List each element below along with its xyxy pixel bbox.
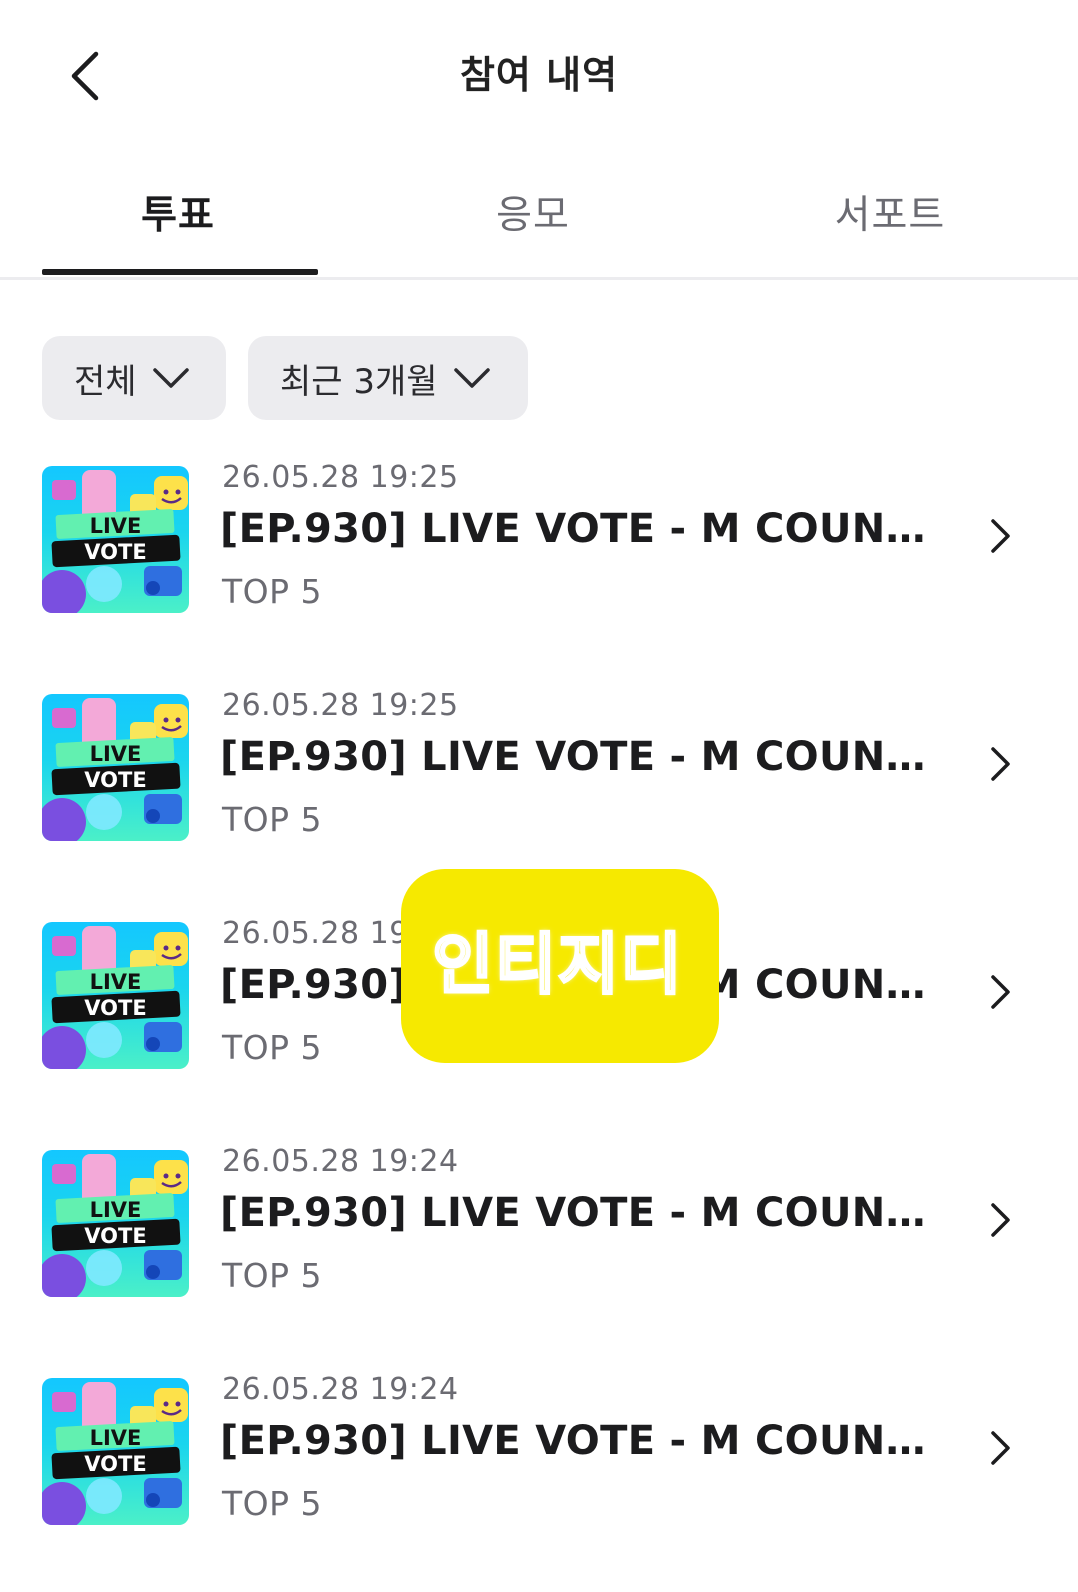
thumb-line2: VOTE xyxy=(84,540,147,564)
thumb-line1: LIVE xyxy=(89,514,142,538)
chevron-right-icon xyxy=(991,1431,1010,1465)
list-item[interactable]: LIVE VOTE 26.05.28 19:24 [EP.930] LIVE V… xyxy=(0,1144,1078,1297)
active-tab-indicator xyxy=(42,269,318,275)
chevron-down-icon xyxy=(152,368,189,388)
thumb-line1: LIVE xyxy=(89,970,142,994)
thumb-line2: VOTE xyxy=(84,996,147,1020)
thumb-line2: VOTE xyxy=(84,1452,147,1476)
thumb-line1: LIVE xyxy=(89,742,142,766)
live-vote-thumbnail: LIVE VOTE xyxy=(42,1150,189,1297)
live-vote-thumbnail: LIVE VOTE xyxy=(42,694,189,841)
thumb-line2: VOTE xyxy=(84,1224,147,1248)
chevron-down-icon xyxy=(453,368,490,388)
tab-bar: 투표 응모 서포트 xyxy=(0,170,1078,280)
item-subtitle: TOP 5 xyxy=(222,800,323,839)
item-subtitle: TOP 5 xyxy=(222,572,323,611)
list-item[interactable]: LIVE VOTE 26.05.28 19:24 [EP.930] LIVE V… xyxy=(0,1372,1078,1525)
item-title: [EP.930] LIVE VOTE - M COUNTDOWN xyxy=(220,506,940,552)
watermark: 인티지디 xyxy=(401,869,719,1063)
header: 참여 내역 xyxy=(0,0,1078,150)
page-title: 참여 내역 xyxy=(459,53,619,97)
filter-period-label: 최근 3개월 xyxy=(280,361,438,402)
tab-entry[interactable]: 응모 xyxy=(383,184,683,240)
item-date: 26.05.28 19:25 xyxy=(222,460,459,495)
item-subtitle: TOP 5 xyxy=(222,1028,323,1067)
live-vote-thumbnail: LIVE VOTE xyxy=(42,1378,189,1525)
thumb-line2: VOTE xyxy=(84,768,147,792)
chevron-right-icon xyxy=(991,1203,1010,1237)
chevron-right-icon xyxy=(991,975,1010,1009)
thumb-line1: LIVE xyxy=(89,1426,142,1450)
tab-support[interactable]: 서포트 xyxy=(740,184,1040,240)
item-date: 26.05.28 19:25 xyxy=(222,688,459,723)
filter-type-dropdown[interactable]: 전체 xyxy=(42,336,226,420)
live-vote-thumbnail: LIVE VOTE xyxy=(42,466,189,613)
item-subtitle: TOP 5 xyxy=(222,1484,323,1523)
watermark-text: 인티지디 xyxy=(431,925,684,1005)
item-title: [EP.930] LIVE VOTE - M COUNTDOWN xyxy=(220,1190,940,1236)
item-date: 26.05.28 19:24 xyxy=(222,1372,459,1407)
live-vote-thumbnail: LIVE VOTE xyxy=(42,922,189,1069)
chevron-right-icon xyxy=(991,747,1010,781)
chevron-right-icon xyxy=(991,519,1010,553)
list-item[interactable]: LIVE VOTE 26.05.28 19:25 [EP.930] LIVE V… xyxy=(0,688,1078,841)
list-item[interactable]: LIVE VOTE 26.05.28 19:25 [EP.930] LIVE V… xyxy=(0,460,1078,613)
filter-type-label: 전체 xyxy=(74,361,137,402)
thumb-line1: LIVE xyxy=(89,1198,142,1222)
item-subtitle: TOP 5 xyxy=(222,1256,323,1295)
item-date: 26.05.28 19:24 xyxy=(222,1144,459,1179)
item-title: [EP.930] LIVE VOTE - M COUNTDOWN xyxy=(220,1418,940,1464)
item-title: [EP.930] LIVE VOTE - M COUNTDOWN xyxy=(220,734,940,780)
tab-vote[interactable]: 투표 xyxy=(28,184,328,240)
filter-period-dropdown[interactable]: 최근 3개월 xyxy=(248,336,528,420)
